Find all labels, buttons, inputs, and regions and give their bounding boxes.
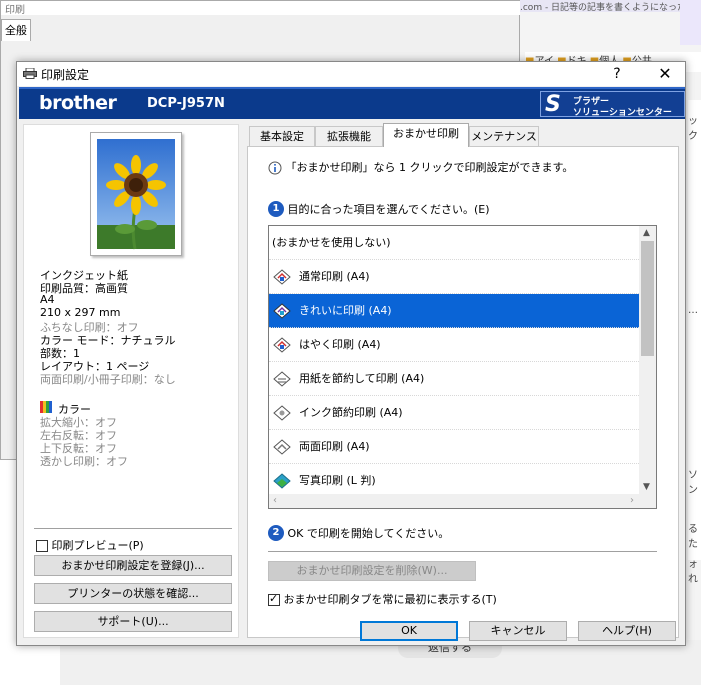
print-fine-icon — [273, 303, 291, 319]
background-accent — [680, 0, 701, 45]
solution-center-button[interactable]: S ブラザー ソリューションセンター — [540, 91, 685, 118]
list-item-label: 両面印刷 (A4) — [299, 440, 370, 453]
printer-model: DCP-J957N — [147, 96, 225, 111]
tab-maintenance[interactable]: メンテナンス — [469, 126, 539, 146]
brand-bar: brother DCP-J957N S ブラザー ソリューションセンター — [19, 87, 685, 119]
printer-status-button[interactable]: プリンターの状態を確認... — [34, 583, 232, 604]
list-item[interactable]: はやく印刷 (A4) — [269, 328, 639, 362]
list-item-label: インク節約印刷 (A4) — [299, 406, 403, 419]
print-preview-checkbox[interactable]: 印刷プレビュー(P) — [36, 537, 144, 553]
list-item[interactable]: 通常印刷 (A4) — [269, 260, 639, 294]
tab-basic[interactable]: 基本設定 — [249, 126, 315, 146]
list-item[interactable]: 写真印刷 (L 判) — [269, 464, 639, 498]
omakase-info-text: 「おまかせ印刷」なら 1 クリックで印刷設定ができます。 — [285, 161, 574, 174]
paper-size: A4 — [40, 293, 55, 306]
help-button[interactable]: ヘルプ(H) — [578, 621, 676, 641]
scroll-right-icon[interactable]: › — [630, 495, 634, 506]
checkbox-box[interactable] — [36, 540, 48, 552]
list-item[interactable]: 用紙を節約して印刷 (A4) — [269, 362, 639, 396]
page-text: … — [688, 305, 698, 316]
scroll-left-icon[interactable]: ‹ — [273, 495, 277, 506]
solution-center-label-line2: ソリューションセンター — [573, 108, 672, 118]
duplex-setting: 両面印刷/小冊子印刷：なし — [40, 373, 176, 386]
list-horizontal-scrollbar[interactable]: ‹ › — [269, 494, 656, 508]
omakase-info: 「おまかせ印刷」なら 1 クリックで印刷設定ができます。 — [268, 159, 573, 175]
settings-summary-panel: インクジェット紙 印刷品質：高画質 A4 210 x 297 mm ふちなし印刷… — [23, 124, 239, 638]
omakase-tab-panel: 「おまかせ印刷」なら 1 クリックで印刷設定ができます。 1 目的に合った項目を… — [247, 146, 679, 638]
solution-s-icon: S — [545, 92, 561, 117]
tab-omakase[interactable]: おまかせ印刷 — [383, 123, 469, 147]
help-icon[interactable]: ? — [607, 64, 627, 84]
print-normal-icon — [273, 269, 291, 285]
background-tab-general[interactable]: 全般 — [1, 19, 31, 41]
step2-text: OK で印刷を開始してください。 — [287, 527, 450, 540]
dialog-titlebar: 印刷設定 ? ✕ — [17, 62, 685, 86]
page-text: ック — [688, 116, 698, 142]
step1: 1 目的に合った項目を選んでください。(E) — [268, 201, 489, 217]
step2: 2 OK で印刷を開始してください。 — [268, 525, 449, 541]
step-separator — [268, 551, 657, 552]
print-fast-icon — [273, 337, 291, 353]
step1-text: 目的に合った項目を選んでください。(E) — [287, 203, 490, 216]
close-icon[interactable]: ✕ — [645, 64, 685, 84]
photo-icon — [273, 473, 291, 489]
ok-button[interactable]: OK — [360, 621, 458, 641]
printer-icon — [23, 68, 37, 79]
background-window-title: 印刷 — [1, 1, 521, 15]
paper-dimensions: 210 x 297 mm — [40, 306, 121, 319]
color-bars-icon — [40, 401, 52, 413]
info-icon — [268, 161, 282, 175]
page-preview — [90, 132, 182, 256]
page-text: ソン — [688, 470, 698, 496]
list-item-label: はやく印刷 (A4) — [299, 338, 381, 351]
list-item-label: 写真印刷 (L 判) — [299, 474, 376, 487]
step1-number: 1 — [268, 201, 284, 217]
always-show-checkbox[interactable]: おまかせ印刷タブを常に最初に表示する(T) — [268, 591, 497, 607]
delete-omakase-button[interactable]: おまかせ印刷設定を削除(W)... — [268, 561, 476, 581]
checkbox-box[interactable] — [268, 592, 280, 606]
list-item[interactable]: 両面印刷 (A4) — [269, 430, 639, 464]
list-item[interactable]: インク節約印刷 (A4) — [269, 396, 639, 430]
scroll-up-icon[interactable]: ▲ — [643, 228, 650, 238]
sunflower-preview-image — [97, 139, 175, 250]
background-page-fragment: ック … ソン るた ォれ — [688, 100, 701, 585]
background-footer — [60, 640, 701, 685]
print-settings-dialog: 印刷設定 ? ✕ brother DCP-J957N S ブラザー ソリューショ… — [16, 61, 686, 646]
ink-save-icon — [273, 405, 291, 421]
support-button[interactable]: サポート(U)... — [34, 611, 232, 632]
register-omakase-button[interactable]: おまかせ印刷設定を登録(J)... — [34, 555, 232, 576]
page-text: ォれ — [688, 559, 698, 585]
print-preview-label: 印刷プレビュー(P) — [51, 539, 144, 552]
watermark-setting: 透かし印刷：オフ — [40, 455, 128, 468]
page-text: るた — [688, 524, 698, 550]
scroll-down-icon[interactable]: ▼ — [643, 482, 650, 492]
list-item-label: きれいに印刷 (A4) — [299, 304, 392, 317]
brother-logo: brother — [39, 92, 117, 114]
cancel-button[interactable]: キャンセル — [469, 621, 567, 641]
duplex-icon — [273, 439, 291, 455]
omakase-list[interactable]: (おまかせを使用しない) 通常印刷 (A4) きれいに印刷 (A4) はやく印刷… — [268, 225, 657, 509]
tab-advanced[interactable]: 拡張機能 — [315, 126, 383, 146]
list-item[interactable]: (おまかせを使用しない) — [269, 226, 639, 260]
step2-number: 2 — [268, 525, 284, 541]
always-show-label: おまかせ印刷タブを常に最初に表示する(T) — [283, 593, 497, 606]
list-item-label: 用紙を節約して印刷 (A4) — [299, 372, 425, 385]
list-scroll-thumb[interactable] — [641, 241, 654, 356]
background-browser-header: .com - 日記等の記事を書くようになった — [520, 0, 701, 12]
list-item-label: 通常印刷 (A4) — [299, 270, 370, 283]
dialog-title: 印刷設定 — [41, 68, 90, 82]
left-separator — [34, 528, 232, 529]
list-item-selected[interactable]: きれいに印刷 (A4) — [269, 294, 639, 328]
paper-save-icon — [273, 371, 291, 387]
